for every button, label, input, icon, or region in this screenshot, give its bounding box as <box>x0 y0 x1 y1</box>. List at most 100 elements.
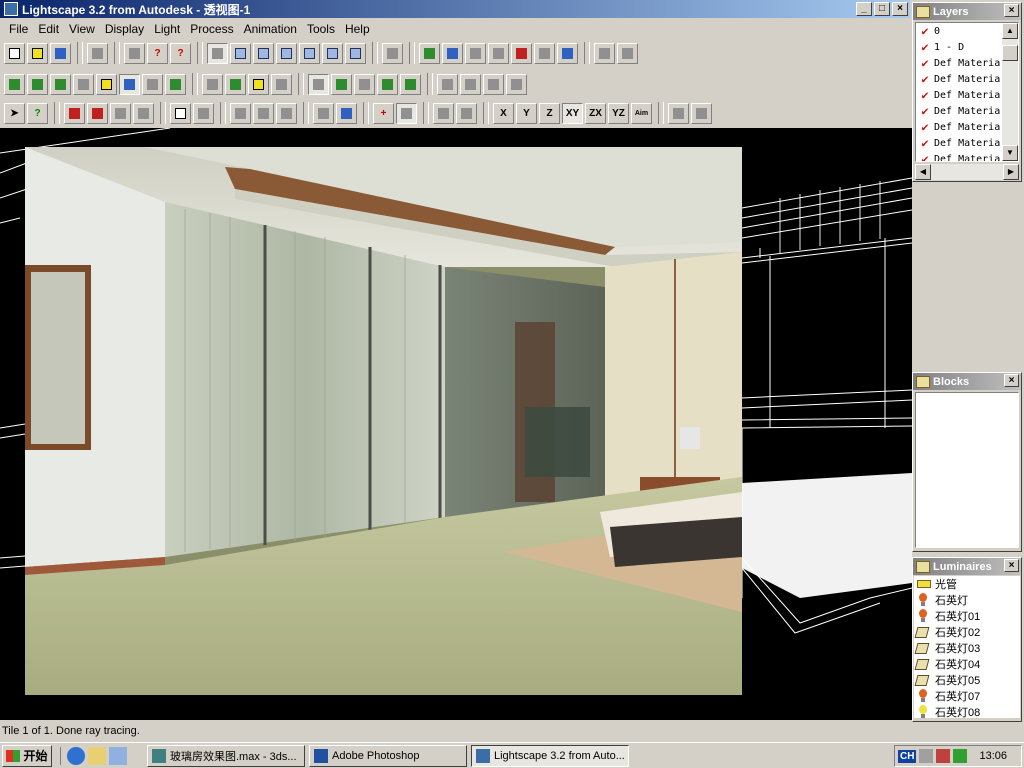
outlook-icon[interactable] <box>88 746 106 765</box>
list-item[interactable]: 石英灯 <box>914 592 1020 608</box>
undo-icon[interactable] <box>87 42 108 64</box>
filter-select-icon[interactable] <box>336 102 357 124</box>
menu-tools[interactable]: Tools <box>302 22 340 36</box>
luminaires-toggle-icon[interactable] <box>271 73 292 95</box>
list-item[interactable]: 石英灯07 <box>914 688 1020 704</box>
view-cube-4-icon[interactable] <box>299 42 320 64</box>
select-surface-icon[interactable] <box>64 102 85 124</box>
axis-y-button[interactable]: Y <box>516 102 537 124</box>
display-yellow-icon[interactable] <box>96 73 117 95</box>
orbit-icon[interactable] <box>442 42 463 64</box>
blocks-close-button[interactable]: × <box>1004 374 1019 387</box>
open-folder-icon[interactable] <box>27 42 48 64</box>
input-language-indicator[interactable]: CH <box>898 749 917 763</box>
view-cube-1-icon[interactable] <box>230 42 251 64</box>
display-shaded-icon[interactable] <box>119 73 140 95</box>
clock[interactable]: 13:06 <box>979 750 1007 762</box>
zoom-icon[interactable] <box>488 42 509 64</box>
keyboard-icon[interactable] <box>919 749 934 763</box>
walk-icon[interactable] <box>437 73 458 95</box>
task-lightscape[interactable]: Lightscape 3.2 from Auto... <box>471 744 629 767</box>
axis-x-button[interactable]: X <box>493 102 514 124</box>
blocks-panel-title[interactable]: Blocks × <box>913 373 1021 390</box>
save-icon[interactable] <box>50 42 71 64</box>
zoom-window-icon[interactable] <box>594 42 615 64</box>
menu-file[interactable]: File <box>4 22 33 36</box>
plane-yz-button[interactable]: YZ <box>608 102 629 124</box>
menu-animation[interactable]: Animation <box>239 22 302 36</box>
list-item[interactable]: 光管 <box>914 576 1020 592</box>
scroll-right-icon[interactable]: ▶ <box>1003 164 1019 180</box>
task-3dsmax[interactable]: 玻璃房效果图.max - 3ds... <box>147 744 305 767</box>
list-item[interactable]: 石英灯03 <box>914 640 1020 656</box>
rotate-view-icon[interactable] <box>557 42 578 64</box>
display-mesh-icon[interactable] <box>142 73 163 95</box>
wire-cube-icon[interactable] <box>308 73 329 95</box>
menu-view[interactable]: View <box>64 22 100 36</box>
axis-z-button[interactable]: Z <box>539 102 560 124</box>
green-wire-cube-icon[interactable] <box>331 73 352 95</box>
scroll-thumb[interactable] <box>1002 45 1018 61</box>
ime-icon[interactable] <box>936 749 951 763</box>
layers-horizontal-scrollbar[interactable]: ◀ ▶ <box>915 164 1019 180</box>
eye-view-icon[interactable] <box>419 42 440 64</box>
paste-icon[interactable] <box>193 102 214 124</box>
green-solid-cube-icon[interactable] <box>377 73 398 95</box>
list-item[interactable]: 石英灯01 <box>914 608 1020 624</box>
query-select-icon[interactable]: ? <box>27 102 48 124</box>
minimize-button[interactable]: _ <box>856 2 872 16</box>
select-object-icon[interactable] <box>87 102 108 124</box>
checkmark-icon[interactable]: ✔ <box>916 136 934 150</box>
print-icon[interactable] <box>124 42 145 64</box>
white-cube-icon[interactable] <box>354 73 375 95</box>
checkmark-icon[interactable]: ✔ <box>916 88 934 102</box>
list-item[interactable]: 石英灯05 <box>914 672 1020 688</box>
arrow-select-icon[interactable]: ➤ <box>4 102 25 124</box>
materials-toggle-icon[interactable] <box>225 73 246 95</box>
dolly-icon[interactable] <box>534 42 555 64</box>
measure-icon[interactable] <box>691 102 712 124</box>
close-button[interactable]: × <box>892 2 908 16</box>
layers-toggle-icon[interactable] <box>202 73 223 95</box>
view-cube-6-icon[interactable] <box>345 42 366 64</box>
copy-icon[interactable] <box>170 102 191 124</box>
menu-display[interactable]: Display <box>100 22 149 36</box>
view-cube-5-icon[interactable] <box>322 42 343 64</box>
stand-icon[interactable] <box>506 73 527 95</box>
menu-help[interactable]: Help <box>340 22 375 36</box>
rotate-icon[interactable] <box>456 102 477 124</box>
scroll-left-icon[interactable]: ◀ <box>915 164 931 180</box>
blocks-toggle-icon[interactable] <box>248 73 269 95</box>
add-point-icon[interactable]: + <box>373 102 394 124</box>
display-wire-icon[interactable] <box>27 73 48 95</box>
aim-button[interactable]: Aim <box>631 102 652 124</box>
network-icon[interactable] <box>953 749 968 763</box>
new-file-icon[interactable] <box>4 42 25 64</box>
zoom-in-icon[interactable] <box>465 42 486 64</box>
help-icon[interactable]: ? <box>147 42 168 64</box>
menu-process[interactable]: Process <box>185 22 238 36</box>
checkmark-icon[interactable]: ✔ <box>916 72 934 86</box>
display-solid-icon[interactable] <box>4 73 25 95</box>
luminaires-close-button[interactable]: × <box>1004 559 1019 572</box>
checkmark-icon[interactable]: ✔ <box>916 152 934 161</box>
scroll-up-icon[interactable]: ▲ <box>1002 23 1018 39</box>
plane-zx-button[interactable]: ZX <box>585 102 606 124</box>
layers-panel-title[interactable]: Layers × <box>913 3 1021 20</box>
checkmark-icon[interactable]: ✔ <box>916 24 934 38</box>
step-icon[interactable] <box>483 73 504 95</box>
view-cube-3-icon[interactable] <box>276 42 297 64</box>
display-lit-icon[interactable] <box>165 73 186 95</box>
show-desktop-icon[interactable] <box>109 746 127 765</box>
select-list-icon[interactable] <box>313 102 334 124</box>
display-outline-icon[interactable] <box>73 73 94 95</box>
checkmark-icon[interactable]: ✔ <box>916 104 934 118</box>
list-item[interactable]: 石英灯04 <box>914 656 1020 672</box>
maximize-button[interactable]: □ <box>874 2 890 16</box>
zoom-extents-icon[interactable] <box>382 42 403 64</box>
layers-vertical-scrollbar[interactable]: ▲ ▼ <box>1002 23 1018 161</box>
view-cube-2-icon[interactable] <box>253 42 274 64</box>
internet-explorer-icon[interactable] <box>67 746 85 765</box>
move-point-icon[interactable] <box>396 102 417 124</box>
move-icon[interactable] <box>433 102 454 124</box>
